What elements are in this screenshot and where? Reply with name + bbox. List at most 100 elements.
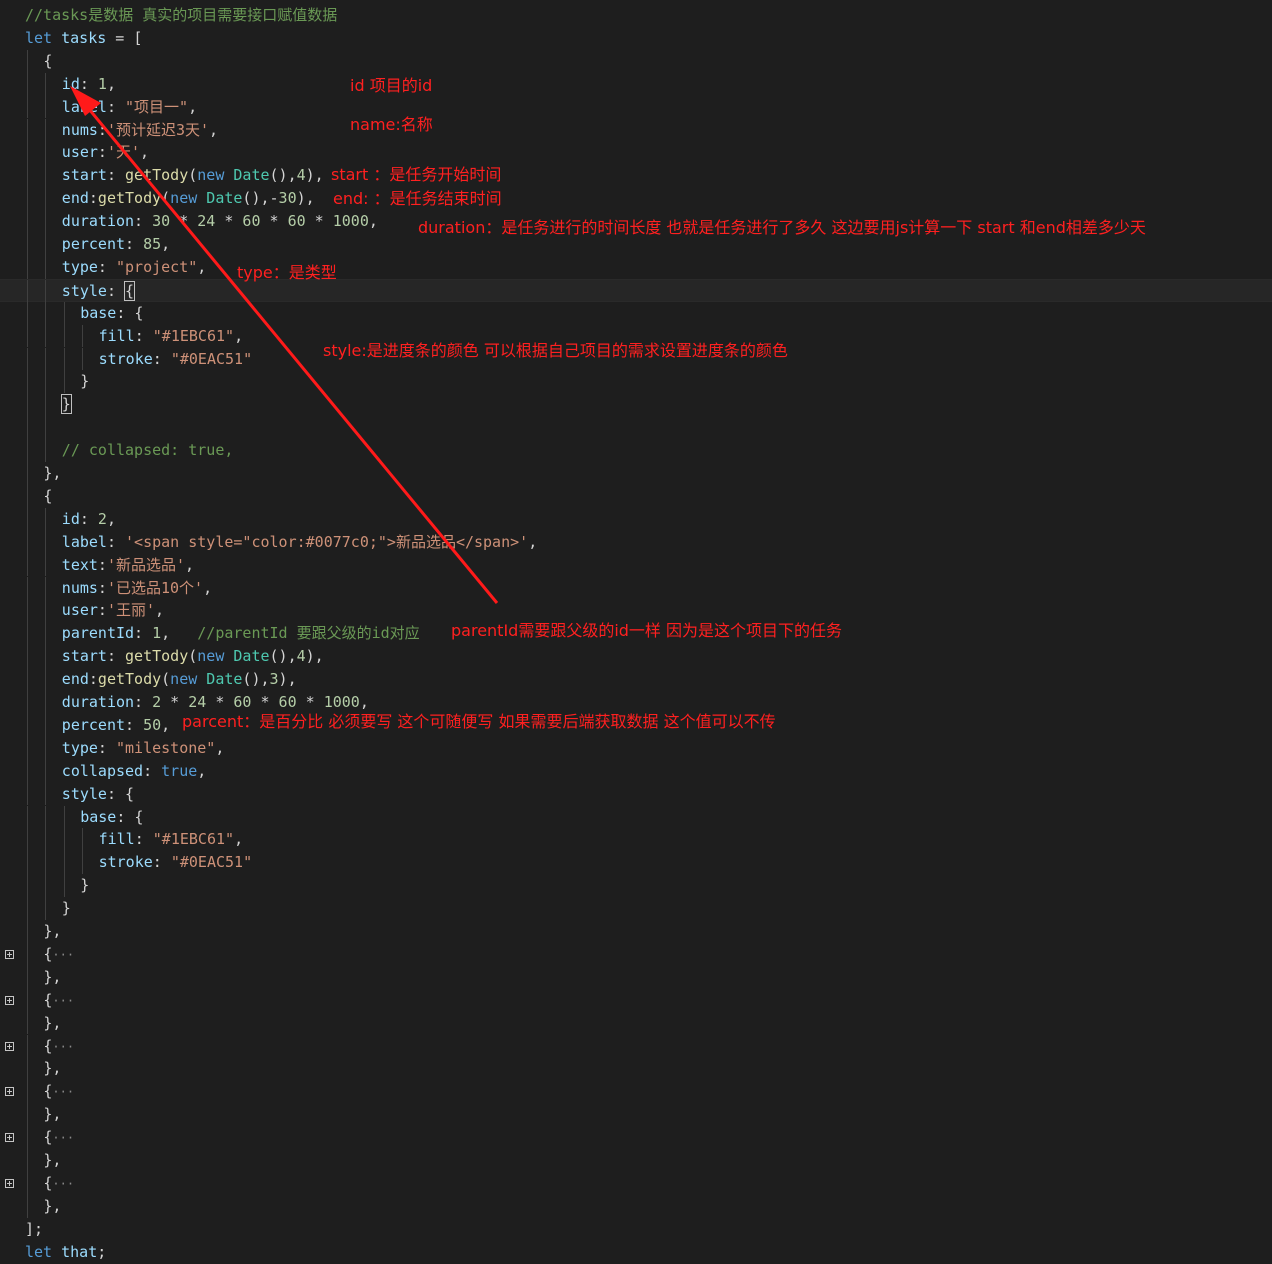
code-line[interactable]: let that; [0,1241,1272,1264]
annotation-end: end: ：是任务结束时间 [333,189,502,208]
code-line[interactable]: user:'王丽', [0,599,1272,623]
code-line[interactable]: type: "milestone", [0,736,1272,760]
code-line[interactable]: }, [0,1149,1272,1172]
code-token: : [134,693,153,711]
code-line[interactable]: label: '<span style="color:#0077c0;">新品选… [0,530,1272,554]
fold-expand-icon[interactable] [5,949,14,959]
code-token: tasks [61,28,107,47]
code-line[interactable]: start: getTody(new Date(),4), [0,164,1272,188]
code-line[interactable]: } [0,874,1272,898]
code-token: : [106,281,126,300]
indent-guide [27,1126,28,1149]
fold-expand-icon[interactable] [5,1133,14,1143]
code-token: : [97,738,116,757]
fold-expand-icon[interactable] [5,1041,14,1051]
code-text: type: "project", [62,256,207,279]
code-line[interactable]: duration: 2 * 24 * 60 * 60 * 1000, [0,691,1272,714]
code-token: start [61,647,107,666]
code-line[interactable]: }, [0,965,1272,989]
code-token: { [43,486,53,505]
code-line[interactable]: } [0,393,1272,417]
indent-guide [27,439,28,462]
indent-guide [27,484,28,508]
indent-guide [45,645,47,669]
code-line[interactable]: } [0,897,1272,920]
code-line[interactable]: stroke: "#0EAC51" [0,851,1272,875]
code-line[interactable]: } [0,370,1272,394]
code-line[interactable]: id: 2, [0,507,1272,531]
code-token: 24 [197,212,216,231]
code-line[interactable]: base: { [0,805,1272,829]
code-line[interactable]: base: { [0,301,1272,325]
code-token: : [97,143,107,162]
indent-guide [45,782,47,806]
code-line[interactable]: style: { [0,278,1272,303]
indent-guide [27,1149,28,1172]
indent-guide [45,828,47,852]
code-token: * [206,693,234,711]
code-line[interactable]: start: getTody(new Date(),4), [0,645,1272,669]
code-line[interactable]: nums:'已选品10个', [0,576,1272,600]
fold-expand-icon[interactable] [5,1087,14,1097]
code-token: (),- [242,189,279,208]
code-line[interactable]: { [0,484,1272,508]
indent-guide [27,164,28,188]
code-line[interactable]: end:getTody(new Date(),3), [0,668,1272,691]
code-token: : [97,578,107,597]
code-text: duration: 2 * 24 * 60 * 60 * 1000, [62,691,369,714]
code-line[interactable]: }, [0,1103,1272,1127]
code-line[interactable]: }, [0,920,1272,943]
code-line[interactable]: type: "project", [0,255,1272,279]
code-token: "project" [115,257,198,276]
code-line[interactable]: id: 1, [0,72,1272,96]
code-token: 2 [152,693,162,711]
code-token: 50 [143,715,162,734]
indent-guide [27,851,28,875]
indent-guide [82,828,84,852]
code-line[interactable]: // collapsed: true, [0,439,1272,462]
code-line[interactable]: }, [0,1057,1272,1081]
code-token: * [170,212,198,231]
code-token: label [61,532,107,551]
code-line[interactable]: end:getTody(new Date(),-30), [0,187,1272,211]
folded-ellipsis: ··· [52,1039,75,1054]
code-line[interactable]: }, [0,1194,1272,1218]
annotation-start: start ：是任务开始时间 [331,165,502,184]
indent-guide [27,736,28,760]
code-token: getTody [125,166,189,185]
code-line[interactable]: {··· [0,942,1272,966]
code-line[interactable]: }, [0,1011,1272,1035]
code-token: : { [116,807,144,826]
code-line[interactable]: {··· [0,988,1272,1012]
code-line[interactable]: {··· [0,1034,1272,1058]
code-token: , [155,601,165,620]
fold-expand-icon[interactable] [5,995,14,1005]
code-line[interactable]: //tasks是数据 真实的项目需要接口赋值数据 [0,4,1272,27]
code-token: : [97,555,107,574]
code-text: fill: "#1EBC61", [99,325,244,348]
code-token: * [251,693,279,711]
indent-guide [27,965,28,989]
code-token: fill [98,326,135,345]
code-line[interactable]: }, [0,462,1272,485]
code-line[interactable]: ]; [0,1218,1272,1241]
code-line[interactable]: { [0,49,1272,73]
code-line[interactable]: label: "项目一", [0,95,1272,119]
code-token: 2 [97,509,107,528]
code-text: text:'新品选品', [62,554,194,577]
code-line[interactable]: {··· [0,1126,1272,1149]
indent-guide [27,874,28,898]
code-line[interactable]: nums:'预计延迟3天', [0,118,1272,142]
code-line[interactable]: style: { [0,782,1272,806]
code-line[interactable]: fill: "#1EBC61", [0,828,1272,852]
code-line[interactable]: {··· [0,1171,1272,1195]
code-line[interactable]: user:'天', [0,141,1272,165]
code-line[interactable]: text:'新品选品', [0,553,1272,577]
code-line[interactable]: collapsed: true, [0,759,1272,783]
code-token: 30 [152,212,171,231]
code-line[interactable]: {··· [0,1080,1272,1104]
code-line[interactable]: let tasks = [ [0,27,1272,50]
fold-expand-icon[interactable] [5,1178,14,1188]
indent-guide [45,874,47,898]
code-line[interactable] [0,416,1272,440]
